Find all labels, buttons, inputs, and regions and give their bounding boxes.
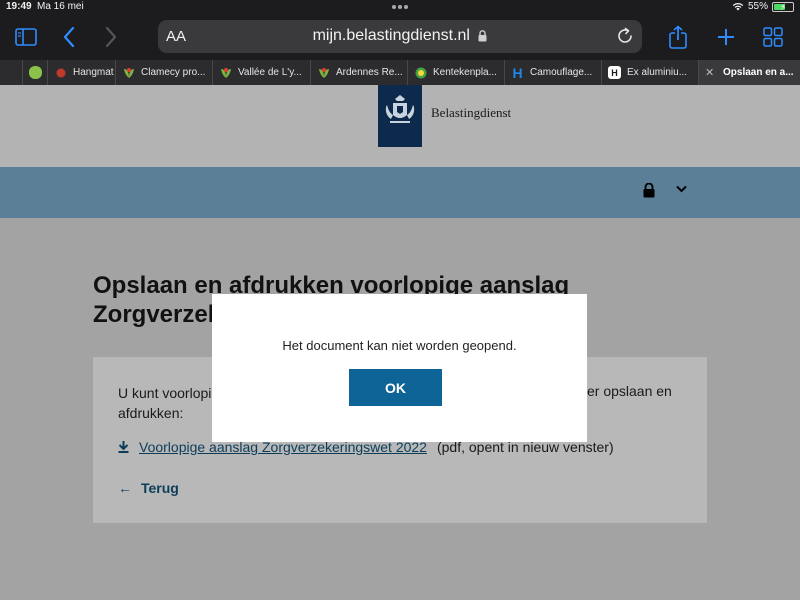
rijksoverheid-logo[interactable] (378, 85, 422, 147)
status-time: 19:49 (6, 1, 32, 12)
arrow-left-icon: ← (118, 480, 132, 496)
tab-ex-aluminium[interactable]: H Ex aluminiu... (602, 60, 699, 85)
chevron-down-icon[interactable] (676, 185, 687, 193)
battery-percent: 55% (747, 1, 768, 12)
download-icon (118, 441, 129, 453)
tab-opslaan-active[interactable]: ✕ Opslaan en a... (699, 60, 800, 85)
tab-camouflage[interactable]: H Camouflage... (505, 60, 602, 85)
car-icon (414, 66, 427, 79)
address-bar[interactable]: AA mijn.belastingdienst.nl (158, 20, 642, 53)
tab-ardennes[interactable]: Ardennes Re... (311, 60, 408, 85)
site-name: Belastingdienst (431, 105, 512, 120)
tab-overview-icon[interactable] (758, 22, 788, 52)
leaf-icon (122, 66, 135, 79)
tab-bar: Hangmat Clamecy pro... Vallée de L'y... … (0, 60, 800, 85)
site-header: Belastingdienst (0, 85, 800, 167)
url-text: mijn.belastingdienst.nl (312, 27, 470, 44)
tab-label: Ex aluminiu... (627, 67, 688, 78)
tab-label: Clamecy pro... (141, 67, 206, 78)
h-logo-icon: H (512, 64, 523, 81)
intro-start: U kunt voorlopig (118, 385, 220, 401)
status-bar: 19:49 Ma 16 mei 55% ⚡ (0, 0, 800, 14)
back-label: Terug (141, 480, 179, 496)
close-tab-icon[interactable]: ✕ (705, 66, 715, 79)
tab-label: Hangmat (73, 67, 114, 78)
wifi-icon (732, 3, 744, 11)
forward-icon[interactable] (96, 22, 126, 52)
h-box-icon: H (608, 66, 621, 79)
lock-icon[interactable] (643, 183, 655, 198)
error-dialog: Het document kan niet worden geopend. OK (212, 294, 587, 442)
sidebar-icon[interactable] (11, 22, 41, 52)
tab-chat[interactable] (23, 60, 48, 85)
tab-vallee[interactable]: Vallée de L'y... (213, 60, 311, 85)
leaf-icon (219, 66, 232, 79)
intro-end: er opslaan en (587, 383, 672, 399)
browser-toolbar: AA mijn.belastingdienst.nl (0, 14, 800, 60)
ok-button[interactable]: OK (349, 369, 442, 406)
tab-kentekenplaat[interactable]: Kentekenpla... (408, 60, 505, 85)
status-date: Ma 16 mei (37, 1, 84, 12)
tab-label: Camouflage... (530, 67, 593, 78)
leaf-icon (317, 66, 330, 79)
lock-icon (478, 29, 487, 42)
multitasking-dots-icon[interactable] (392, 5, 410, 9)
tab-label: Opslaan en a... (723, 67, 794, 78)
tab-label: Kentekenpla... (433, 67, 497, 78)
battery-icon: ⚡ (772, 1, 794, 12)
page-title-line2: Zorgverzek (93, 301, 222, 328)
tab-clamecy[interactable]: Clamecy pro... (116, 60, 213, 85)
back-icon[interactable] (54, 22, 84, 52)
dialog-message: Het document kan niet worden geopend. (282, 338, 517, 353)
tab-partial[interactable] (0, 60, 23, 85)
tab-label: Ardennes Re... (336, 67, 403, 78)
reload-icon[interactable] (614, 25, 636, 47)
chat-icon (29, 66, 42, 79)
share-icon[interactable] (663, 22, 693, 52)
new-tab-icon[interactable] (711, 22, 741, 52)
flag-icon (54, 66, 67, 79)
navigation-bar (0, 167, 800, 218)
tab-label: Vallée de L'y... (238, 67, 302, 78)
back-link[interactable]: ← Terug (118, 480, 179, 496)
intro-line2: afdrukken: (118, 405, 184, 421)
tab-hangmat[interactable]: Hangmat (48, 60, 116, 85)
